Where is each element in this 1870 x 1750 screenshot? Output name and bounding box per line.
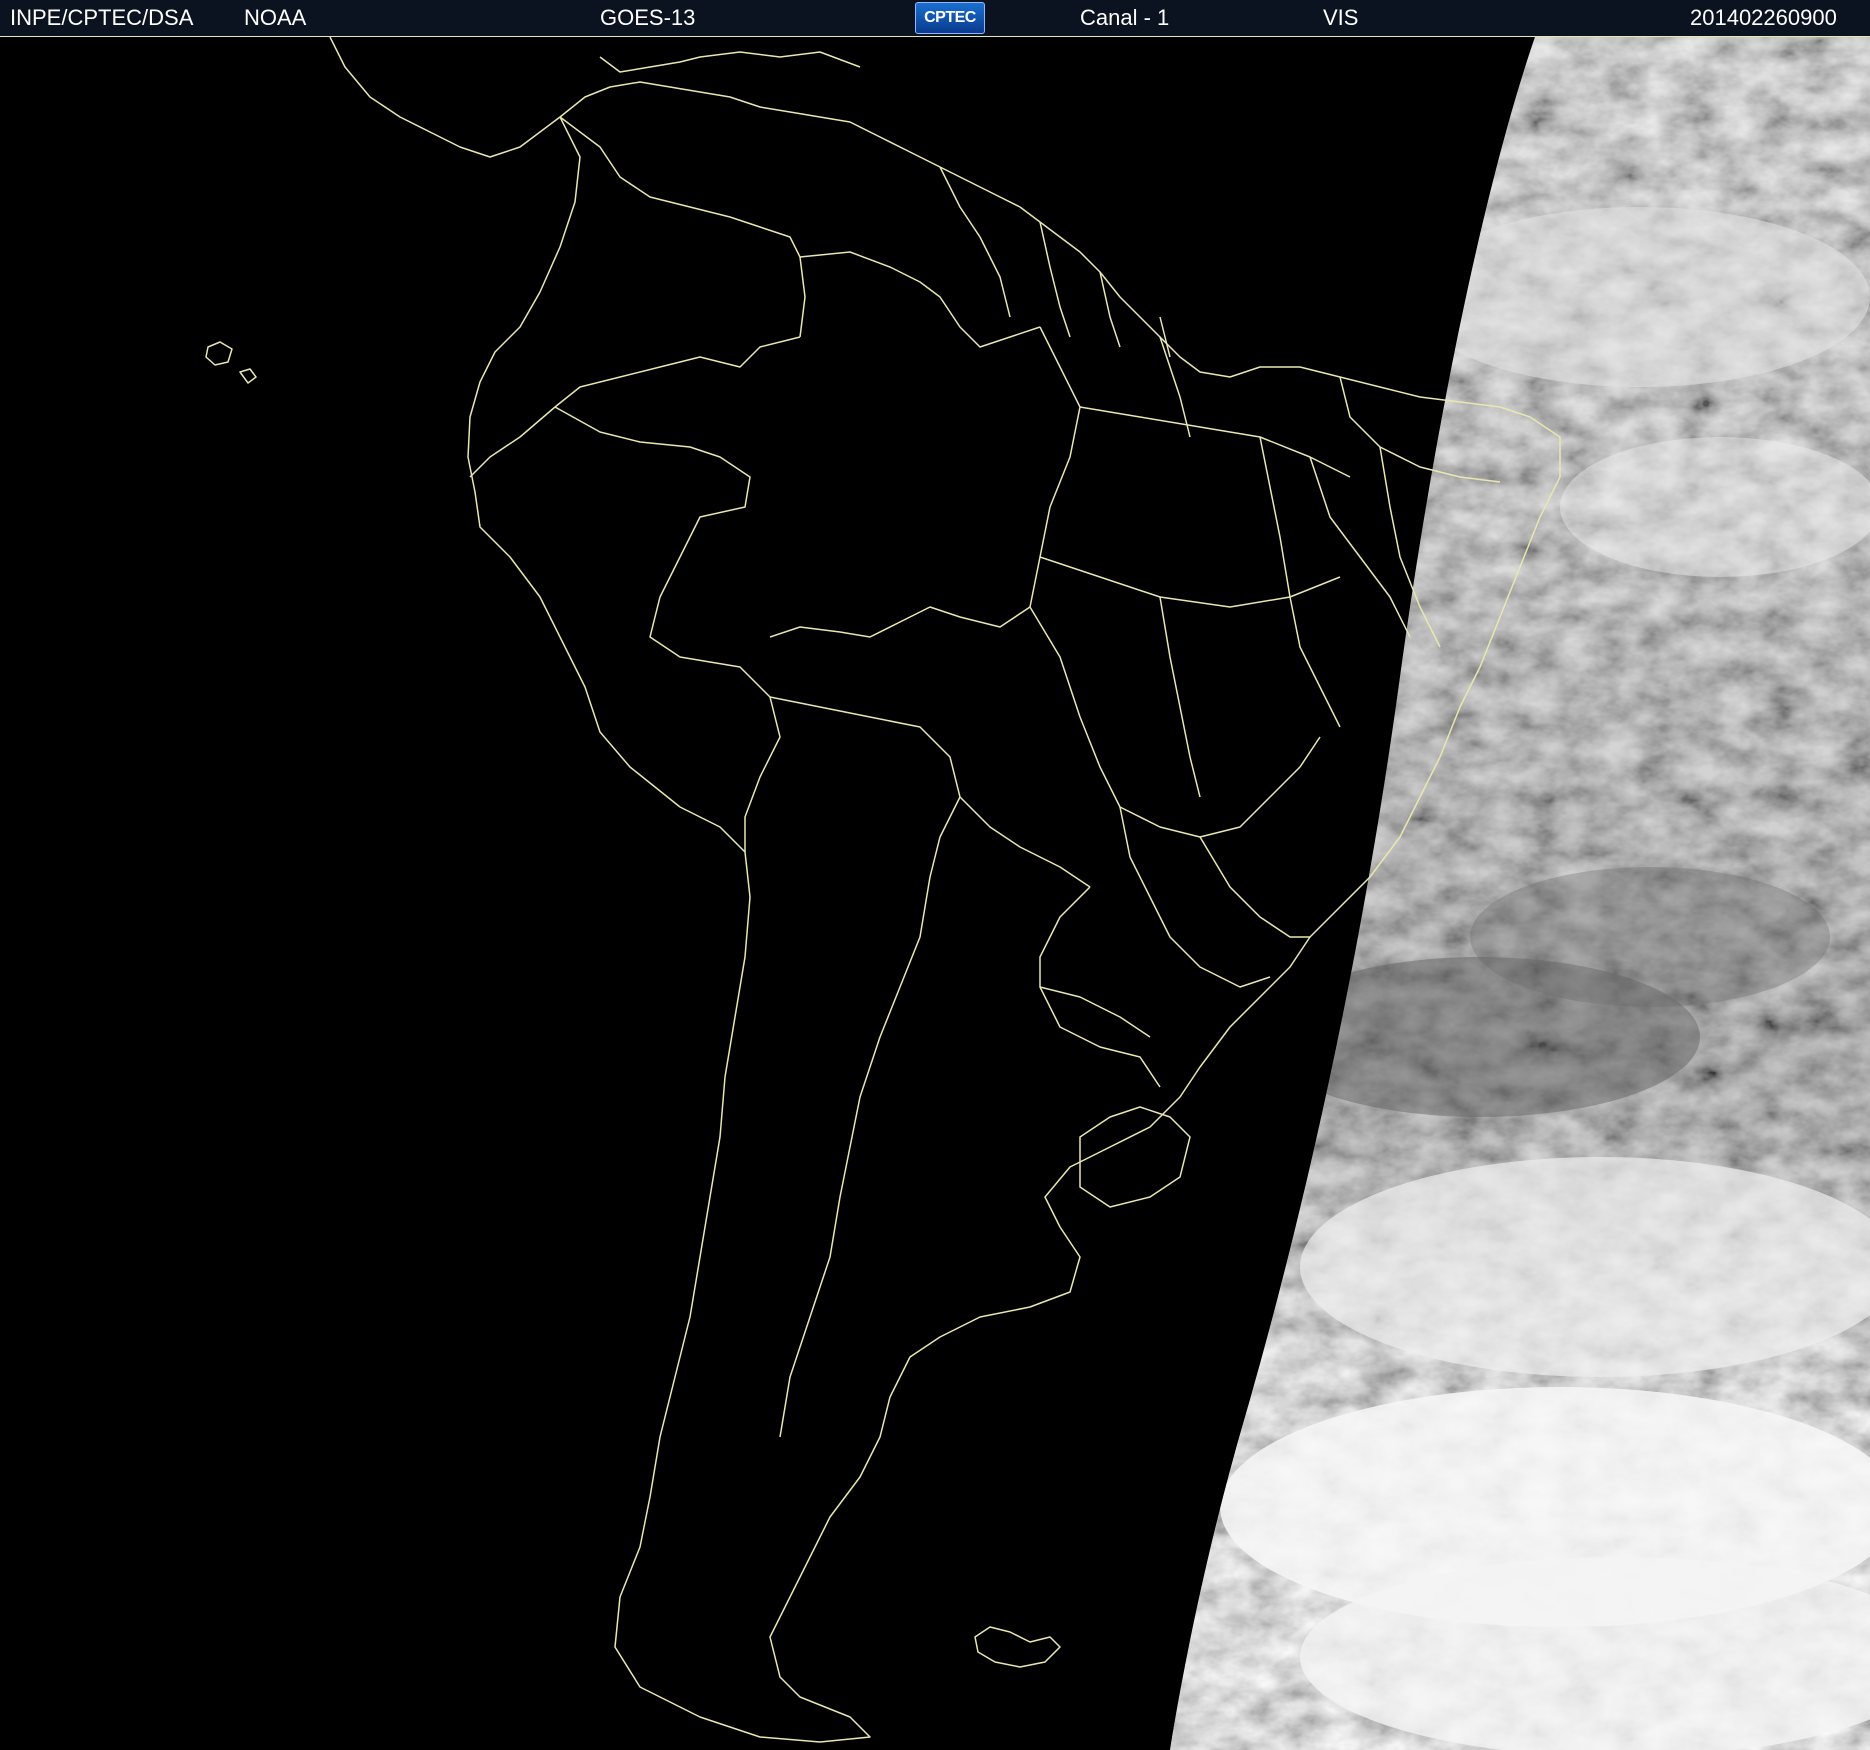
satellite-image xyxy=(0,37,1870,1750)
cptec-logo-text: CPTEC xyxy=(924,9,976,26)
agency-label: INPE/CPTEC/DSA xyxy=(10,5,194,30)
timestamp-label: 201402260900 xyxy=(1690,5,1837,30)
cloud-field xyxy=(1170,37,1870,1750)
header-bar: INPE/CPTEC/DSA NOAA GOES-13 CPTEC Canal … xyxy=(0,0,1870,37)
satellite-label: GOES-13 xyxy=(600,5,696,30)
band-label: VIS xyxy=(1323,5,1359,30)
source-label: NOAA xyxy=(244,5,307,30)
map-canvas xyxy=(205,37,1870,1750)
cptec-logo: CPTEC xyxy=(915,2,985,34)
channel-label: Canal - 1 xyxy=(1080,5,1170,30)
